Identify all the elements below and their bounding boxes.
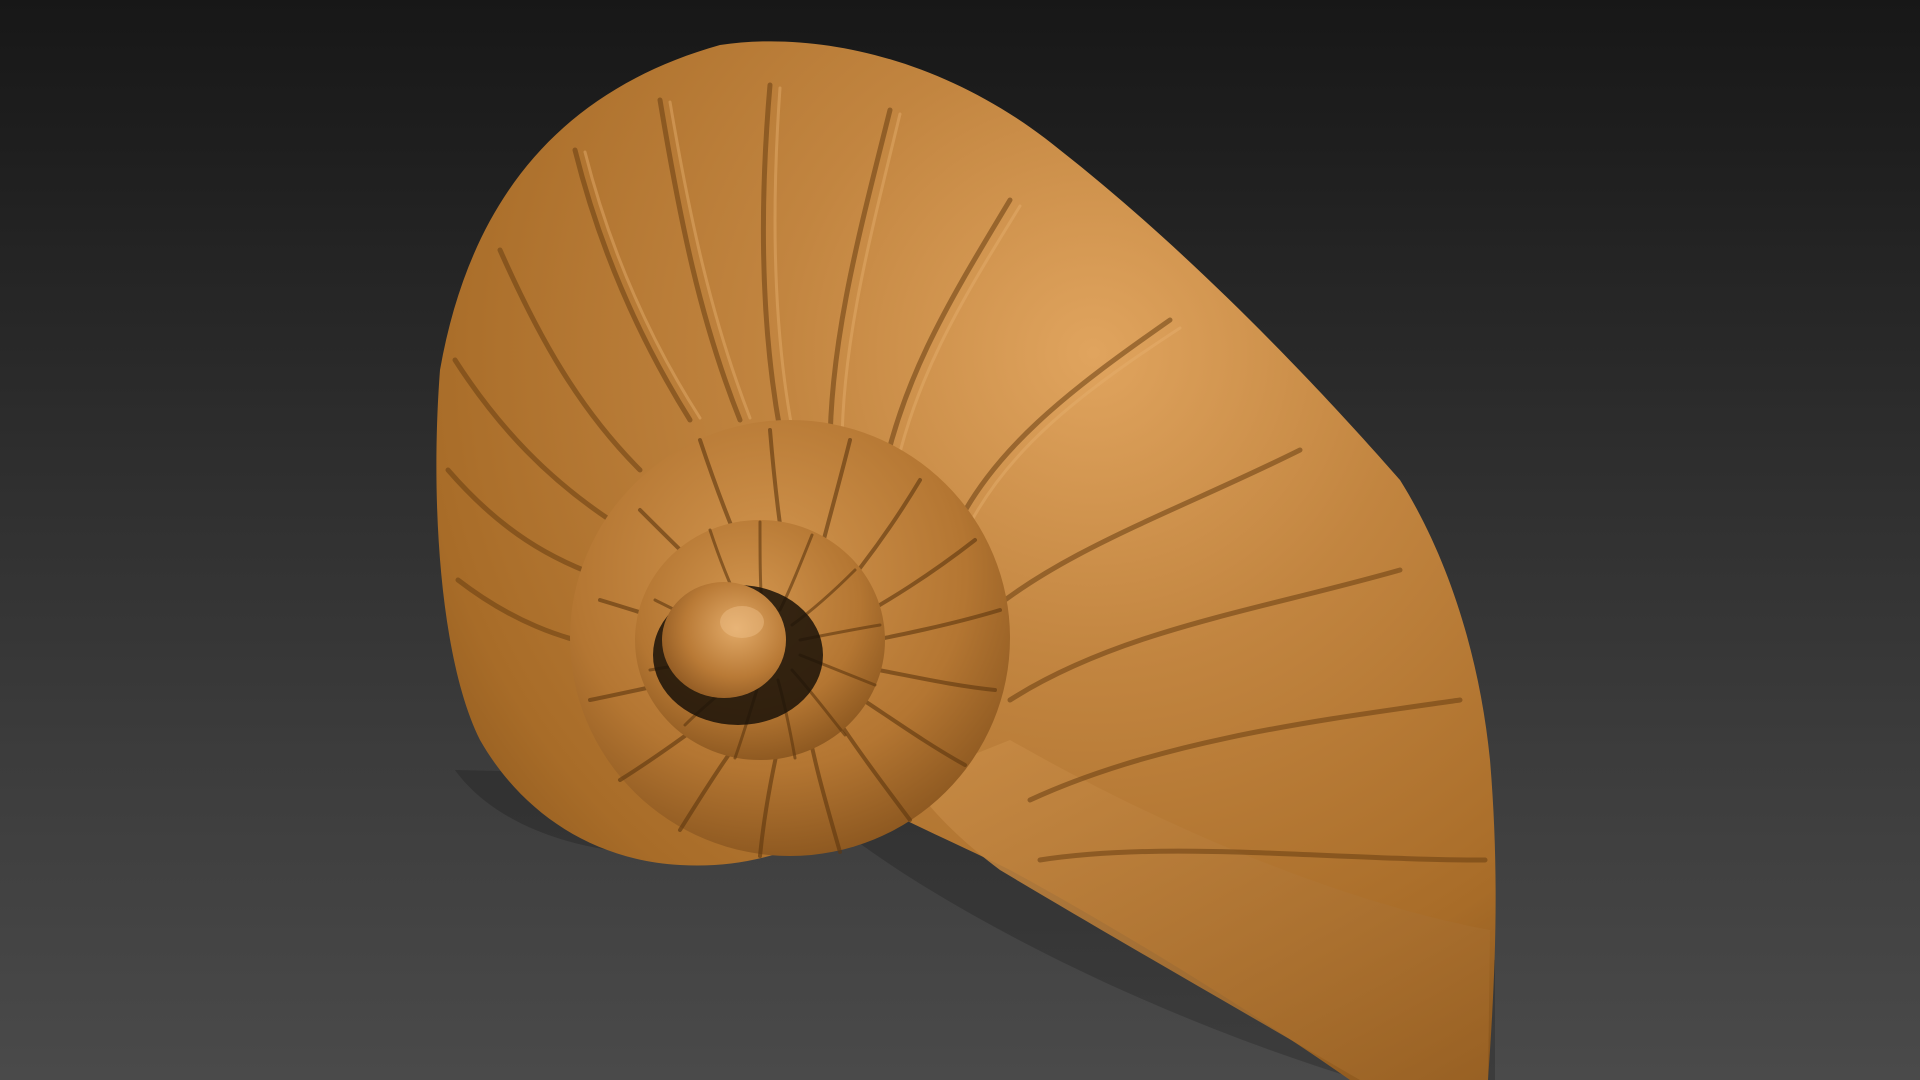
shell-core [662, 582, 786, 698]
shell-render [436, 41, 1496, 1080]
3d-viewport[interactable] [0, 0, 1920, 1080]
core-highlight [720, 606, 764, 638]
